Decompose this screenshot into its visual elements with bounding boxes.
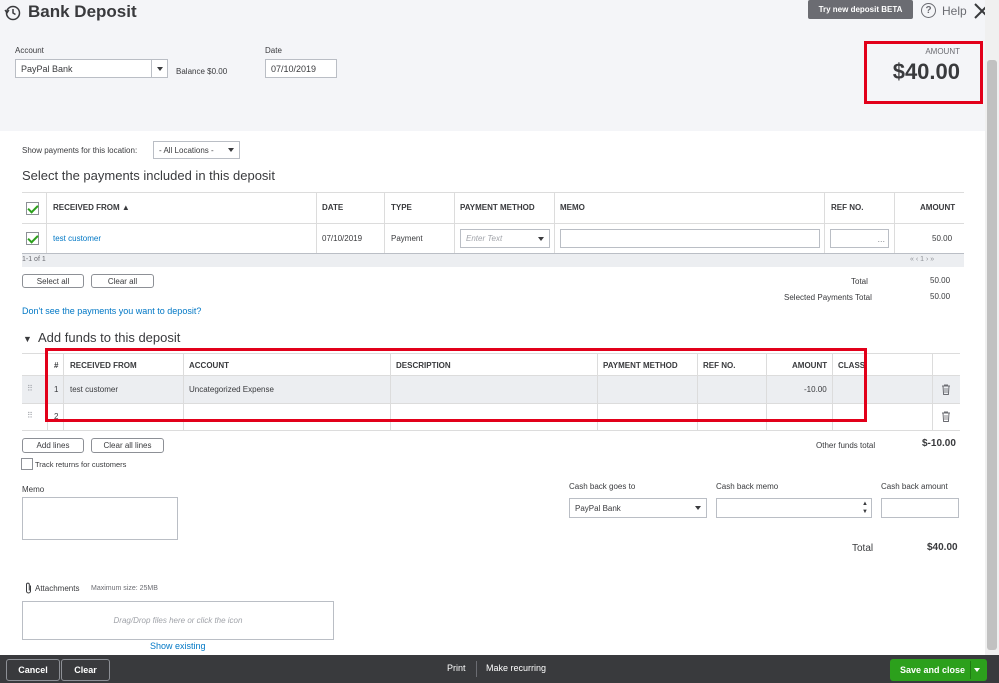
memo-textarea[interactable]	[22, 497, 178, 540]
col-type[interactable]: TYPE	[391, 203, 412, 212]
col-date[interactable]: DATE	[322, 203, 343, 212]
location-select[interactable]: - All Locations -	[153, 141, 240, 159]
col-memo[interactable]: MEMO	[560, 203, 585, 212]
save-and-close-label[interactable]: Save and close	[900, 665, 965, 675]
add-lines-button[interactable]: Add lines	[22, 438, 84, 453]
help-icon[interactable]: ?	[921, 3, 936, 18]
pagination-text: 1-1 of 1	[22, 256, 46, 263]
location-value: - All Locations -	[159, 145, 214, 155]
cancel-button[interactable]: Cancel	[6, 659, 60, 681]
cash-back-amount-label: Cash back amount	[881, 482, 948, 491]
payment-type: Payment	[391, 234, 423, 243]
clear-all-lines-button[interactable]: Clear all lines	[91, 438, 164, 453]
select-all-button[interactable]: Select all	[22, 274, 84, 288]
account-value: PayPal Bank	[21, 63, 73, 74]
account-balance: Balance $0.00	[176, 67, 228, 76]
pager-controls[interactable]: « ‹ 1 › »	[910, 256, 934, 263]
track-returns-checkbox[interactable]	[21, 458, 33, 470]
drag-handle-icon[interactable]: ⠿	[27, 384, 33, 393]
select-all-checkbox[interactable]	[26, 202, 39, 215]
payment-date: 07/10/2019	[322, 234, 363, 243]
save-options-chevron-icon[interactable]	[974, 668, 980, 672]
spinner-icon[interactable]: ▲ ▼	[862, 500, 868, 516]
payment-ref-input[interactable]: ...	[830, 229, 889, 248]
page-title: Bank Deposit	[28, 2, 137, 21]
cash-back-goes-to-label: Cash back goes to	[569, 482, 636, 491]
clear-all-button[interactable]: Clear all	[91, 274, 154, 288]
cash-back-memo-label: Cash back memo	[716, 482, 779, 491]
scrollbar-thumb[interactable]	[987, 60, 997, 650]
drag-handle-icon[interactable]: ⠿	[27, 411, 33, 420]
highlight-box	[45, 348, 867, 422]
selected-total-value: 50.00	[930, 292, 951, 301]
other-funds-total-label: Other funds total	[816, 441, 876, 450]
col-ref-no[interactable]: REF NO.	[831, 203, 863, 212]
chevron-down-icon[interactable]	[690, 499, 706, 517]
chevron-down-icon[interactable]	[151, 60, 167, 77]
collapse-triangle-icon[interactable]: ▼	[23, 334, 32, 344]
payment-method-input[interactable]: Enter Text	[460, 229, 550, 248]
other-funds-total-value: $-10.00	[922, 438, 956, 449]
cash-back-memo-input[interactable]: ▲ ▼	[716, 498, 872, 518]
date-label: Date	[265, 46, 282, 55]
payment-method-placeholder: Enter Text	[466, 234, 503, 243]
amount-label: AMOUNT	[925, 47, 960, 56]
attachments-dropzone[interactable]: Drag/Drop files here or click the icon	[22, 601, 334, 640]
missing-payments-link[interactable]: Don't see the payments you want to depos…	[22, 306, 201, 316]
col-payment-method[interactable]: PAYMENT METHOD	[460, 203, 535, 212]
chevron-down-icon[interactable]	[533, 230, 549, 247]
chevron-down-icon[interactable]	[223, 142, 239, 158]
attachments-max-size: Maximum size: 25MB	[91, 585, 158, 592]
trash-icon[interactable]	[941, 411, 951, 422]
recent-transactions-icon[interactable]	[4, 4, 22, 22]
memo-label: Memo	[22, 485, 45, 494]
make-recurring-button[interactable]: Make recurring	[486, 663, 546, 673]
clear-button[interactable]: Clear	[61, 659, 110, 681]
grand-total-value: $40.00	[927, 542, 958, 553]
help-label[interactable]: Help	[942, 4, 967, 18]
payment-received-from[interactable]: test customer	[53, 234, 101, 243]
try-new-deposit-button[interactable]: Try new deposit BETA	[808, 0, 913, 19]
trash-icon[interactable]	[941, 384, 951, 395]
location-label: Show payments for this location:	[22, 146, 138, 155]
track-returns-label: Track returns for customers	[35, 460, 127, 469]
cash-back-amount-input[interactable]	[881, 498, 959, 518]
payments-section-title: Select the payments included in this dep…	[22, 168, 275, 183]
cash-back-account-value: PayPal Bank	[575, 503, 621, 513]
date-value: 07/10/2019	[271, 63, 317, 74]
payments-total-value: 50.00	[930, 276, 951, 285]
col-amount[interactable]: AMOUNT	[920, 203, 955, 212]
selected-total-label: Selected Payments Total	[784, 293, 872, 302]
paperclip-icon[interactable]	[24, 582, 33, 594]
cash-back-account-select[interactable]: PayPal Bank	[569, 498, 707, 518]
save-and-close-button[interactable]: Save and close	[890, 659, 987, 681]
payment-amount: 50.00	[932, 234, 953, 243]
deposit-amount-box: AMOUNT $40.00	[864, 41, 983, 104]
grand-total-label: Total	[852, 543, 874, 554]
show-existing-link[interactable]: Show existing	[150, 641, 206, 651]
print-button[interactable]: Print	[447, 663, 466, 673]
table-pagination-bar	[22, 254, 964, 267]
payment-memo-input[interactable]	[560, 229, 820, 248]
payment-row-checkbox[interactable]	[26, 232, 39, 245]
account-label: Account	[15, 46, 44, 55]
funds-section-title: Add funds to this deposit	[38, 330, 181, 345]
date-input[interactable]: 07/10/2019	[265, 59, 337, 78]
payments-total-label: Total	[851, 277, 868, 286]
col-received-from[interactable]: RECEIVED FROM ▲	[53, 203, 130, 212]
account-select[interactable]: PayPal Bank	[15, 59, 168, 78]
attachments-label: Attachments	[35, 584, 80, 593]
amount-value: $40.00	[892, 59, 960, 84]
